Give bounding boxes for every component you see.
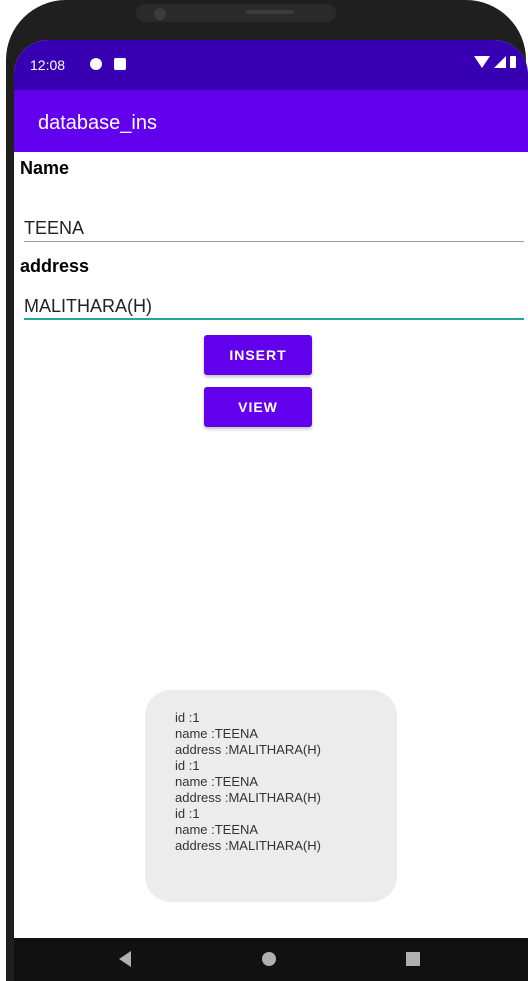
toast-line: address :MALITHARA(H): [175, 790, 321, 805]
address-field-underline: [24, 318, 524, 320]
insert-button[interactable]: INSERT: [204, 335, 312, 375]
device-top-bezel: [136, 4, 336, 22]
phone-device: 12:08 database_ins Name TEENA address MA…: [0, 0, 528, 981]
sd-card-icon: [114, 58, 126, 70]
speaker-grille: [246, 10, 294, 14]
camera-icon: [154, 8, 166, 20]
toast-line: name :TEENA: [175, 726, 259, 741]
view-button[interactable]: VIEW: [204, 387, 312, 427]
navigation-bar: [14, 938, 528, 981]
address-label: address: [20, 256, 90, 276]
app-screen: 12:08 database_ins Name TEENA address MA…: [14, 40, 528, 938]
status-bar: 12:08: [14, 40, 528, 90]
status-time: 12:08: [30, 57, 66, 73]
back-icon[interactable]: [119, 951, 131, 967]
signal-icon: [494, 56, 506, 68]
name-label: Name: [20, 158, 70, 178]
address-field-value: MALITHARA(H): [24, 296, 153, 316]
recents-icon[interactable]: [406, 952, 420, 966]
toast-line: address :MALITHARA(H): [175, 838, 321, 853]
battery-icon: [510, 56, 516, 68]
toast-message: id :1 name :TEENA address :MALITHARA(H) …: [145, 690, 397, 902]
home-icon[interactable]: [262, 952, 276, 966]
app-title: database_ins: [38, 112, 157, 134]
name-field-value: TEENA: [24, 218, 85, 238]
toast-text: id :1 name :TEENA address :MALITHARA(H) …: [175, 710, 321, 854]
app-bar: database_ins: [14, 90, 528, 152]
name-field-underline: [24, 241, 524, 242]
toast-line: id :1: [175, 758, 200, 773]
toast-line: address :MALITHARA(H): [175, 742, 321, 757]
play-protect-icon: [90, 58, 102, 70]
status-indicators: [474, 56, 516, 68]
address-field[interactable]: MALITHARA(H): [24, 290, 524, 320]
name-field[interactable]: TEENA: [24, 212, 524, 242]
wifi-icon: [474, 56, 490, 68]
toast-line: id :1: [175, 806, 200, 821]
toast-line: name :TEENA: [175, 774, 259, 789]
toast-line: name :TEENA: [175, 822, 259, 837]
toast-line: id :1: [175, 710, 200, 725]
